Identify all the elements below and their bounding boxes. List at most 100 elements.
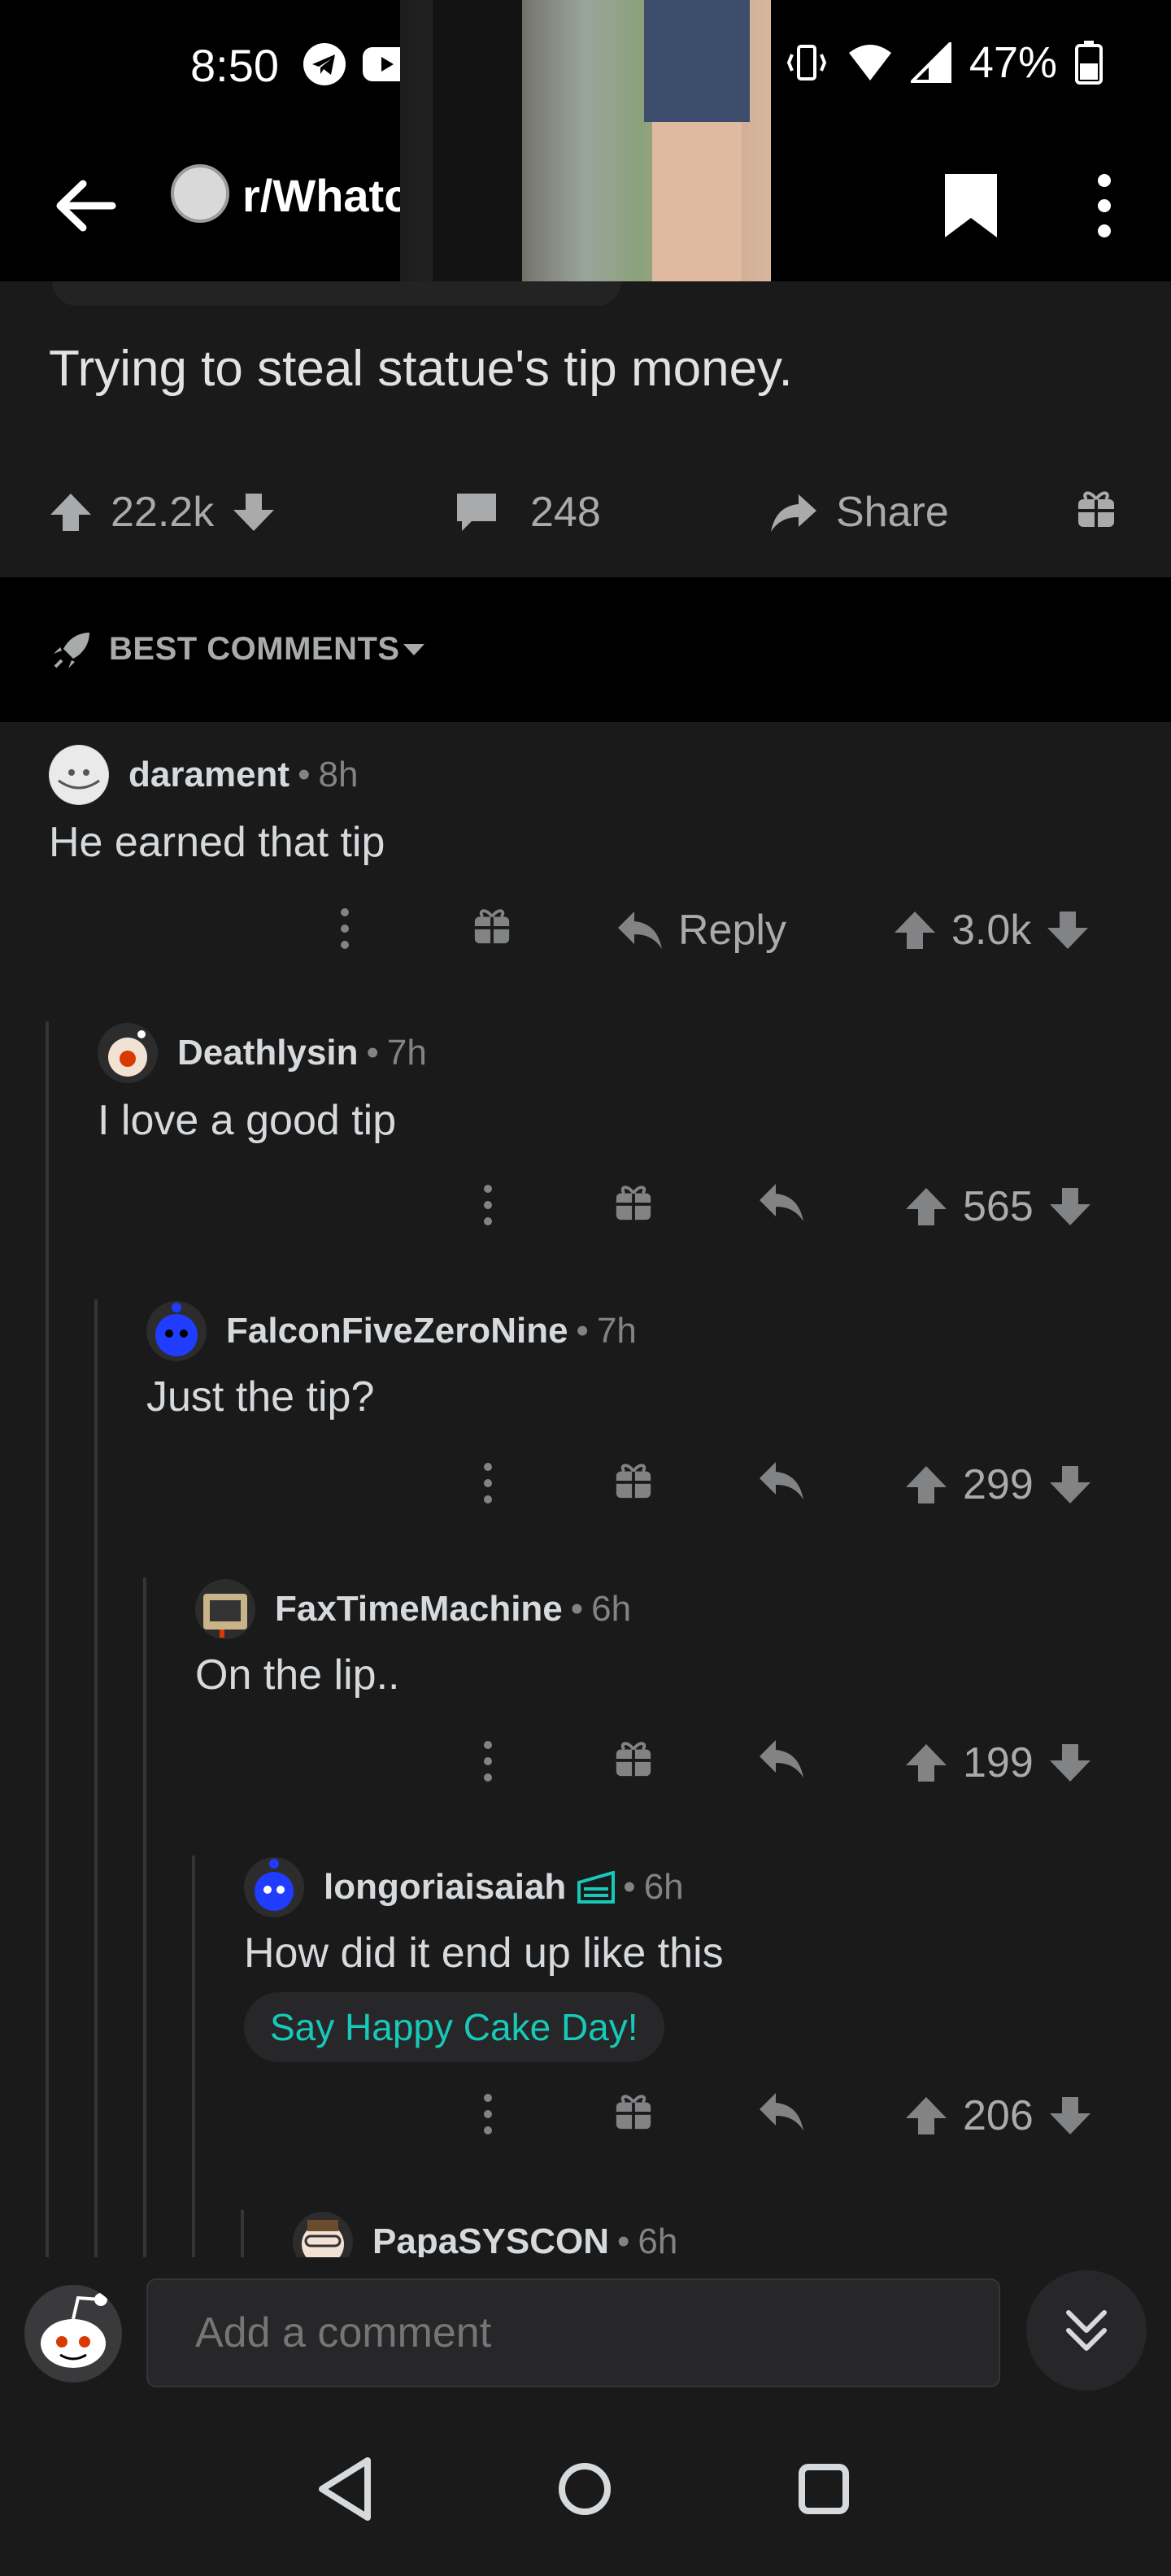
upvote-icon[interactable] [893,908,937,952]
post-score: 22.2k [111,489,215,536]
double-chevron-down-icon [1066,2310,1107,2351]
avatar[interactable] [146,1301,207,1361]
comment-input[interactable] [146,2278,1000,2387]
comment-author[interactable]: FaxTimeMachine [275,1589,563,1630]
comment-actions: 299 [0,1447,1171,1521]
more-options-icon[interactable] [472,1460,504,1506]
post-comments-button[interactable]: 248 [454,488,601,537]
chevron-down-icon [403,644,424,655]
downvote-icon[interactable] [1048,1463,1092,1507]
share-button[interactable]: Share [769,488,949,537]
more-options-icon[interactable] [472,2091,504,2137]
nav-recents-icon[interactable] [779,2444,868,2534]
comment-body: Just the tip? [146,1373,375,1421]
avatar[interactable] [293,2212,353,2257]
comment-score: 3.0k [951,907,1032,954]
comment-body: On the lip.. [195,1651,400,1699]
thread-line[interactable] [192,1856,195,2257]
reply-button[interactable]: Reply [616,906,786,955]
post-action-bar: 22.2k 248 Share [0,468,1171,558]
comment-age: 7h [386,1033,427,1073]
award-gift-icon[interactable] [613,1182,654,1223]
downvote-icon[interactable] [1048,1741,1092,1785]
comment-score: 299 [963,1461,1034,1508]
comment-thread: darament • 8h He earned that tip Reply 3… [0,722,1171,2257]
next-comment-button[interactable] [1026,2270,1147,2391]
upvote-icon[interactable] [904,1741,948,1785]
avatar[interactable] [244,1857,304,1917]
comment-author[interactable]: darament [128,755,289,795]
comment-body: He earned that tip [49,819,385,866]
award-gift-icon[interactable] [613,1738,654,1779]
comment-score: 199 [963,1739,1034,1786]
comment-separator: • [366,1033,379,1073]
avatar[interactable] [49,745,109,805]
comment-age: 6h [591,1589,632,1629]
comment-actions: 565 [0,1169,1171,1242]
more-options-icon[interactable] [329,906,361,951]
upvote-icon[interactable] [904,1463,948,1507]
award-gift-icon[interactable] [613,1460,654,1501]
subreddit-avatar[interactable] [171,164,229,223]
comment-separator: • [570,1589,584,1629]
system-nav-bar [0,2400,1171,2576]
avatar[interactable] [195,1579,255,1639]
reply-icon[interactable] [758,1182,805,1223]
user-avatar[interactable] [24,2285,122,2382]
comment-separator: • [576,1311,589,1351]
downvote-icon[interactable] [1048,1185,1092,1229]
comment-age: 6h [638,2221,678,2257]
post-title[interactable]: Trying to steal statue's tip money. [49,340,793,398]
award-gift-icon[interactable] [613,2091,654,2132]
reply-icon[interactable] [758,1738,805,1779]
upvote-icon[interactable] [904,1185,948,1229]
thread-line[interactable] [143,1577,146,2257]
avatar[interactable] [98,1023,158,1083]
upvote-icon[interactable] [49,490,93,534]
comment-actions: 199 [0,1725,1171,1799]
more-options-icon[interactable] [472,1182,504,1228]
scrolled-pill [52,281,621,306]
comment-body: How did it end up like this [244,1930,724,1977]
bookmark-icon[interactable] [940,171,1002,241]
comment-separator: • [298,755,311,794]
rocket-icon [54,633,89,668]
more-options-icon[interactable] [472,1738,504,1784]
comment-author[interactable]: FalconFiveZeroNine [226,1311,568,1351]
back-arrow-icon[interactable] [49,169,122,242]
post-comment-count: 248 [530,489,601,536]
award-gift-icon[interactable] [472,906,512,946]
comment-author[interactable]: longoriaisaiah [324,1867,566,1908]
thread-line[interactable] [241,2210,244,2257]
comment-author[interactable]: Deathlysin [177,1033,359,1073]
nav-home-icon[interactable] [540,2444,629,2534]
reply-icon[interactable] [758,1460,805,1501]
upvote-icon[interactable] [904,2094,948,2138]
status-time: 8:50 [190,40,279,91]
comment-separator: • [623,1867,636,1907]
more-options-icon[interactable] [1082,169,1127,242]
reply-label: Reply [678,907,786,954]
battery-level: 47% [969,38,1057,87]
nav-back-icon[interactable] [303,2444,392,2534]
comment-body: I love a good tip [98,1097,397,1144]
sort-label: BEST COMMENTS [109,631,400,667]
vibrate-icon [786,45,827,80]
reply-icon [618,912,662,949]
comment-author[interactable]: PapaSYSCON [372,2221,609,2257]
comment-icon [457,494,496,531]
comment-actions: 206 [0,2078,1171,2152]
downvote-icon[interactable] [1048,2094,1092,2138]
share-icon [771,494,816,532]
cake-day-button[interactable]: Say Happy Cake Day! [244,1992,664,2062]
downvote-icon[interactable] [232,490,276,534]
video-mini-player[interactable] [400,0,771,281]
comment-score: 206 [963,2092,1034,2139]
battery-icon [1075,41,1103,85]
comment-sort-bar[interactable]: BEST COMMENTS [0,577,1171,722]
comment-age: 6h [643,1867,684,1907]
award-gift-icon[interactable] [1075,488,1117,530]
reply-icon[interactable] [758,2091,805,2132]
downvote-icon[interactable] [1046,908,1090,952]
cake-day-icon [577,1871,616,1904]
